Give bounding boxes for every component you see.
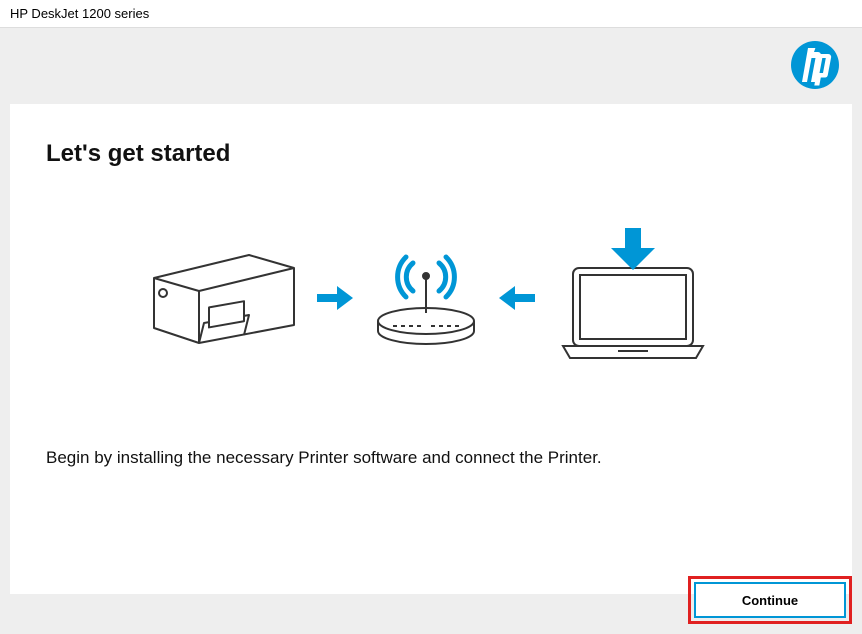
wireless-router-icon [371, 243, 481, 353]
arrow-right-icon [317, 286, 353, 310]
content-panel: Let's get started [10, 104, 852, 594]
button-highlight: Continue [688, 576, 852, 624]
window-title-bar: HP DeskJet 1200 series [0, 0, 862, 28]
description-text: Begin by installing the necessary Printe… [46, 448, 816, 468]
arrow-left-icon [499, 286, 535, 310]
continue-button[interactable]: Continue [694, 582, 846, 618]
window-title: HP DeskJet 1200 series [10, 6, 149, 21]
printer-icon [149, 243, 299, 353]
page-heading: Let's get started [46, 140, 816, 168]
installer-body: Let's get started [0, 28, 862, 634]
hp-logo [790, 40, 840, 90]
button-area: Continue [688, 576, 852, 624]
laptop-icon [553, 228, 713, 368]
setup-illustration [46, 228, 816, 368]
